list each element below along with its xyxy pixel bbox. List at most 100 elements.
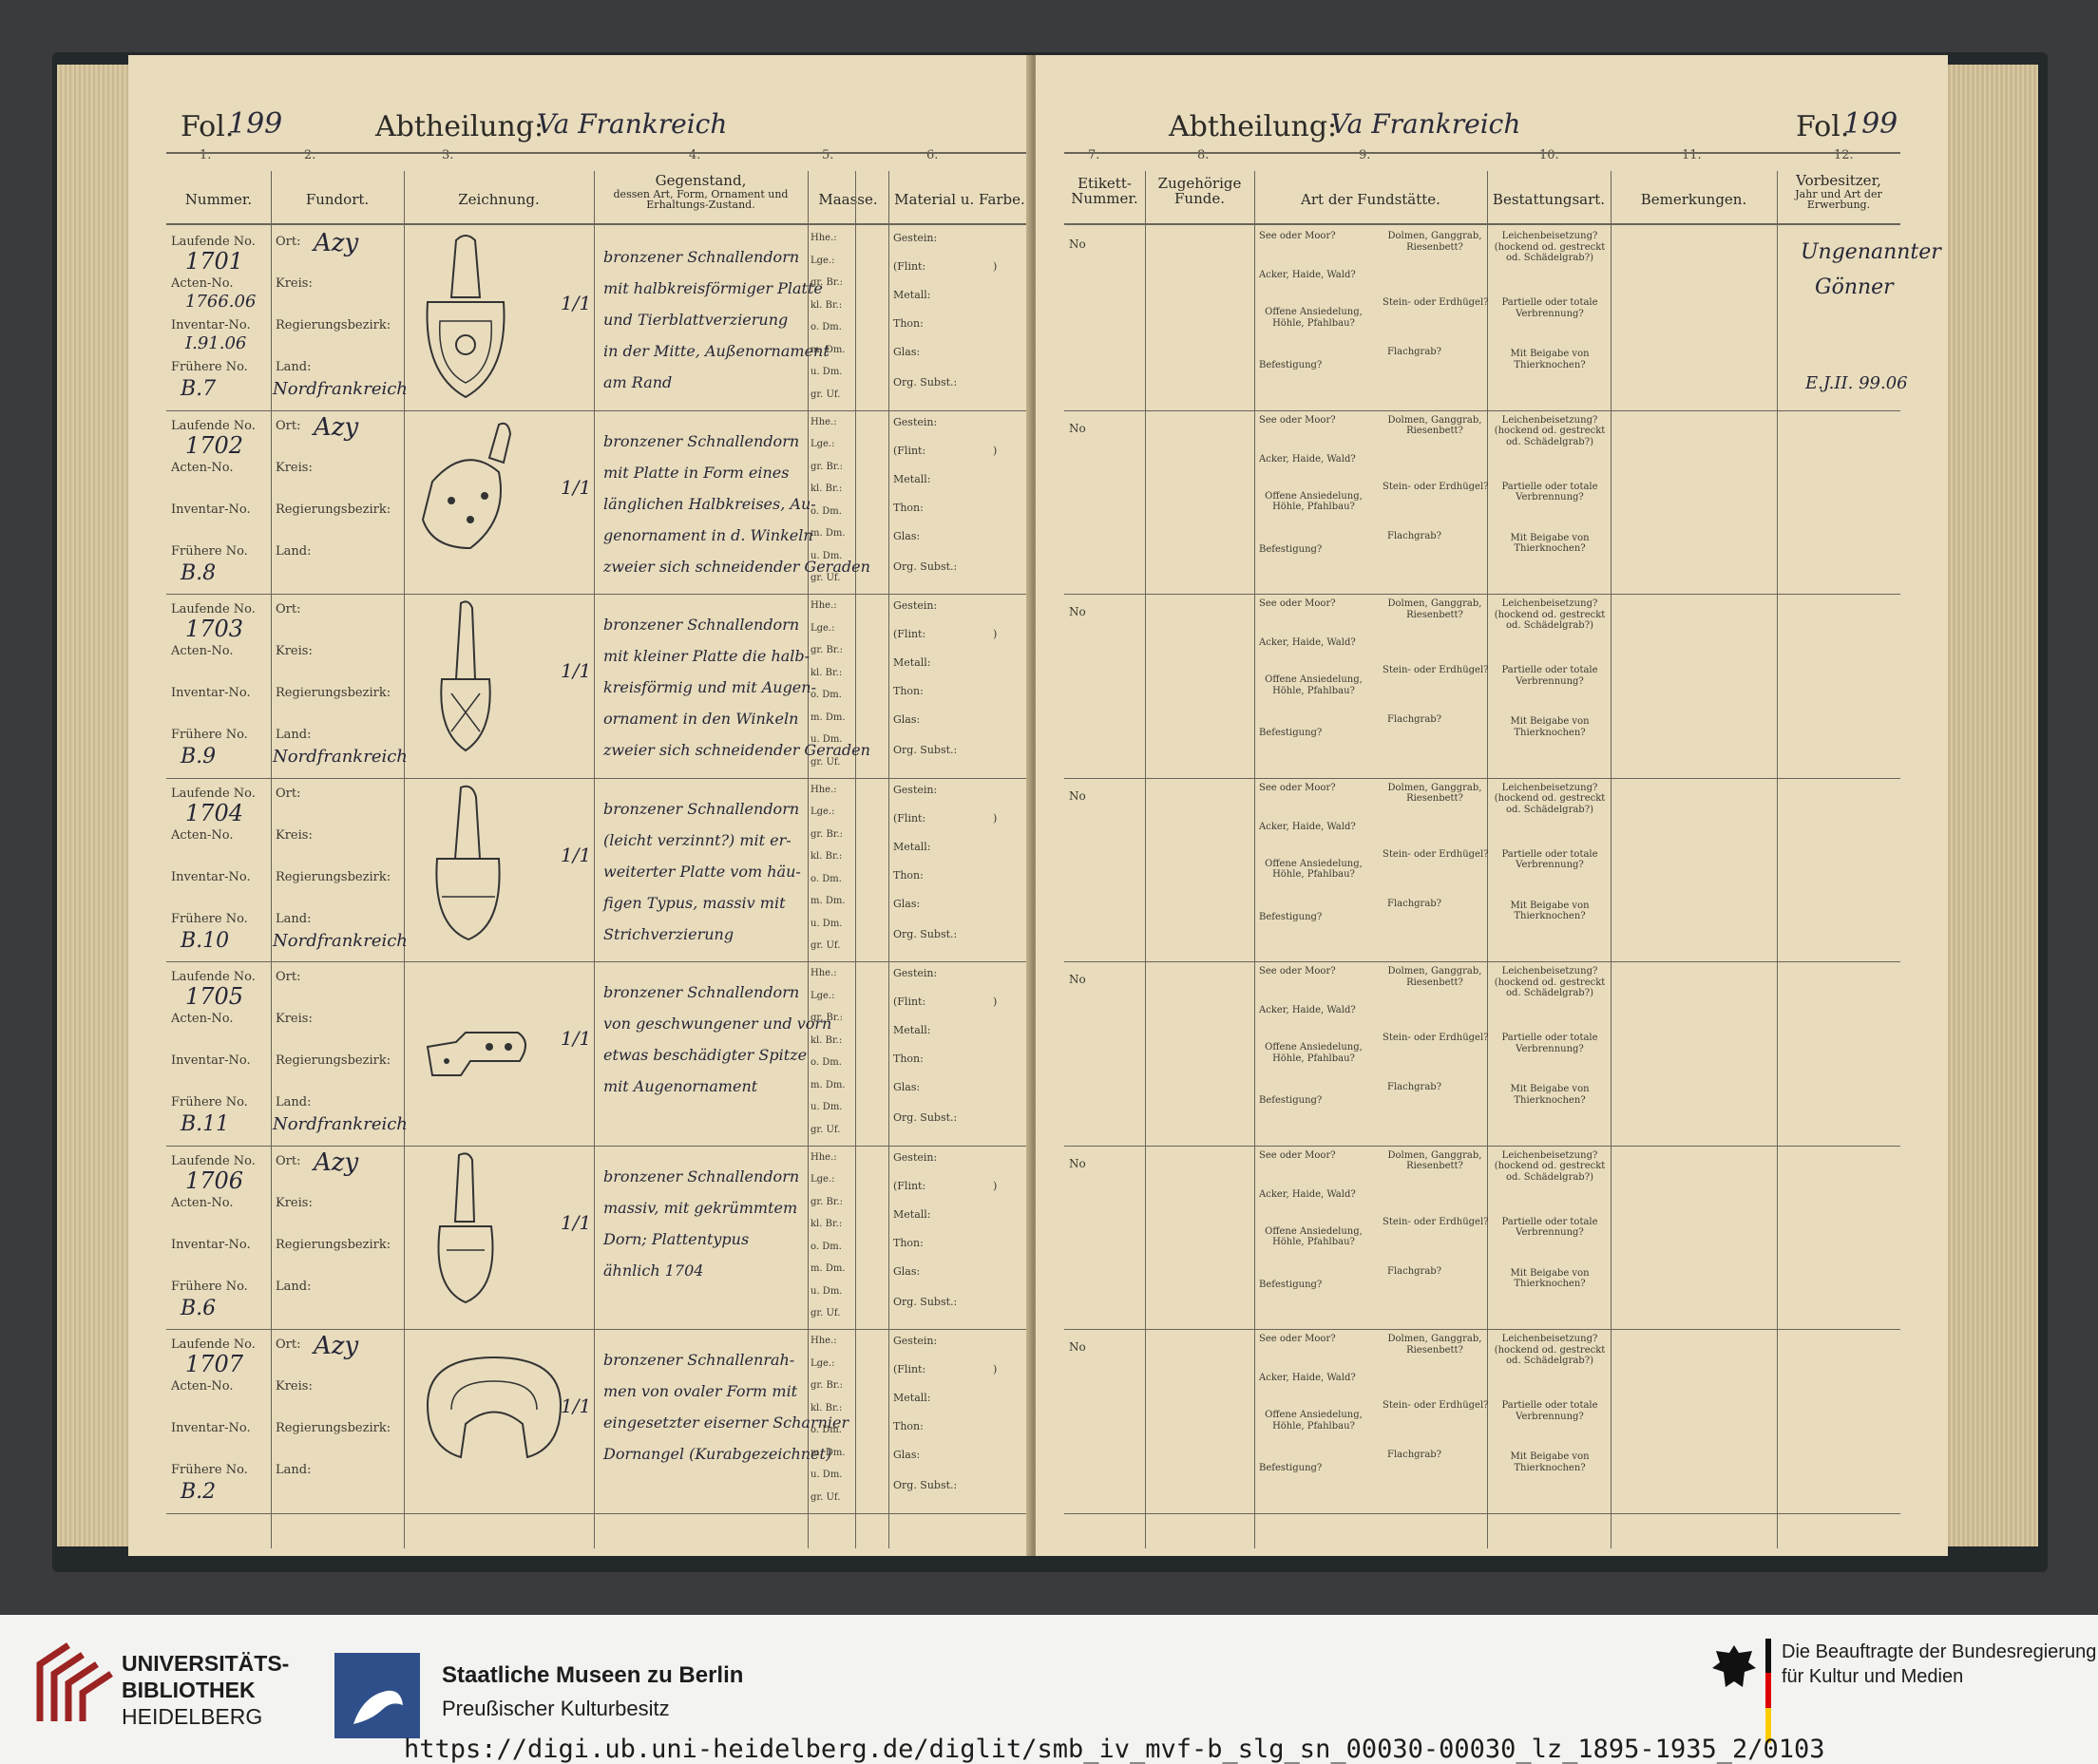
material-label: ) [993,444,998,457]
header-fundort: Fundort. [305,191,370,208]
federal-eagle-icon [1712,1645,1756,1687]
material-label: ) [993,628,998,640]
inventar-number: I.91.06 [185,333,247,353]
label-fruehere: Frühere No. [171,1279,248,1294]
material-label: Gestein: [893,967,938,979]
vorbesitzer-line1: Ungenannter [1801,240,1941,264]
maasse-label: u. Dm. [811,1470,843,1480]
column-number: 7. [1088,148,1100,162]
header-bemerkungen: Bemerkungen. [1640,191,1747,208]
label-laufende: Laufende No. [171,602,256,616]
material-label: (Flint: [893,1179,926,1192]
header-bestattung: Bestattungsart. [1492,191,1606,208]
fundstaette-befestigung: Befestigung? [1259,360,1323,370]
laufende-number: 1704 [185,799,244,826]
fundstaette-dolmen: Dolmen, Ganggrab, Riesenbett? [1387,782,1482,805]
maasse-label: o. Dm. [811,505,842,517]
material-label: Metall: [893,472,931,485]
maasse-label: u. Dm. [811,550,843,561]
scale-fraction: 1/1 [561,843,592,866]
laufende-number: 1705 [185,983,244,1010]
material-label: (Flint: [893,628,926,640]
bestattung-beigabe: Mit Beigabe von Thierknochen? [1510,716,1590,738]
maasse-label: gr. Br.: [811,277,844,288]
object-drawing [435,785,501,940]
fundstaette-hugel: Stein- oder Erdhügel? [1383,848,1489,860]
material-label: Org. Subst.: [893,560,958,573]
scale-fraction: 1/1 [561,1394,592,1417]
label-kreis: Kreis: [276,827,313,843]
label-fruehere: Frühere No. [171,911,248,926]
material-label: Metall: [893,1207,931,1221]
bestattung-beigabe: Mit Beigabe von Thierknochen? [1510,532,1590,555]
maasse-label: u. Dm. [811,1102,843,1112]
object-drawing [421,422,512,549]
etikett-no-label: No [1069,421,1086,435]
maasse-label: gr. Uf. [811,389,841,400]
description-line: länglichen Halbkreises, Au- [603,494,816,513]
smb-line1: Staatliche Museen zu Berlin [442,1662,744,1688]
material-label: Glas: [893,1449,921,1461]
scale-fraction: 1/1 [561,1027,592,1050]
material-label: Thon: [893,1053,924,1065]
label-acten: Acten-No. [171,460,234,475]
description-line: am Rand [603,373,673,391]
fruehere-number: B.10 [181,928,230,953]
bestattung-beigabe: Mit Beigabe von Thierknochen? [1510,349,1590,370]
material-label: Metall: [893,289,931,301]
header-gegenstand-title: Gegenstand, [655,172,747,189]
fruehere-number: B.7 [181,377,217,401]
material-label: Gestein: [893,1335,938,1347]
description-line: ornament in den Winkeln [603,710,799,728]
fundstaette-hugel: Stein- oder Erdhügel? [1383,1216,1489,1227]
material-label: Thon: [893,1236,924,1249]
bestattung-beigabe: Mit Beigabe von Thierknochen? [1510,900,1590,922]
fundstaette-dolmen: Dolmen, Ganggrab, Riesenbett? [1387,598,1482,620]
fundstaette-befestigung: Befestigung? [1259,1095,1323,1106]
column-number: 2. [304,148,316,162]
object-drawing [437,1151,494,1303]
maasse-label: gr. Br.: [811,1196,844,1207]
description-line: bronzener Schnallendorn [603,248,800,266]
scale-fraction: 1/1 [561,659,592,682]
fundstaette-offene: Offene Ansiedelung, Höhle, Pfahlbau? [1265,490,1363,513]
ub-heidelberg-logo-icon [36,1642,113,1721]
fundstaette-flachgrab: Flachgrab? [1387,530,1442,541]
header-maasse: Maasse. [818,191,878,208]
description-line: und Tierblattverzierung [603,311,789,329]
fundstaette-hugel: Stein- oder Erdhügel? [1383,665,1489,675]
etikett-no-label: No [1069,605,1086,618]
material-label: Gestein: [893,1150,938,1164]
label-fruehere: Frühere No. [171,543,248,559]
header-nummer: Nummer. [184,191,253,208]
description-line: men von ovaler Form mit [603,1382,798,1400]
column-number: 4. [689,148,701,162]
description-line: figen Typus, massiv mit [603,893,786,912]
fundstaette-acker: Acker, Haide, Wald? [1259,637,1356,648]
description-line: Strichverzierung [603,924,734,943]
column-number: 12. [1834,148,1854,162]
fundstaette-acker: Acker, Haide, Wald? [1259,453,1356,465]
footer-bar: UNIVERSITÄTS- BIBLIOTHEK HEIDELBERG Staa… [0,1615,2098,1764]
permalink-url[interactable]: https://digi.ub.uni-heidelberg.de/diglit… [404,1735,1825,1764]
page-edges-right [1948,65,2038,1546]
bestattung-beigabe: Mit Beigabe von Thierknochen? [1510,1084,1590,1106]
scale-fraction: 1/1 [561,1210,592,1234]
label-kreis: Kreis: [276,1012,313,1026]
material-label: (Flint: [893,444,926,457]
abtheilung-value-right: Va Frankreich [1330,108,1521,140]
column-number: 8. [1197,148,1210,162]
label-laufende: Laufende No. [171,1337,256,1352]
fundstaette-offene: Offene Ansiedelung, Höhle, Pfahlbau? [1265,858,1363,881]
label-kreis: Kreis: [276,1379,313,1394]
bestattung-leichen: Leichenbeisetzung? (hockend od. gestreck… [1494,1334,1606,1366]
description-line: massiv, mit gekrümmtem [603,1198,798,1217]
description-line: Dorn; Plattentypus [603,1229,750,1248]
fundstaette-flachgrab: Flachgrab? [1387,1265,1442,1277]
label-kreis: Kreis: [276,460,313,475]
smb-logo-icon [334,1653,420,1738]
fundstaette-hugel: Stein- oder Erdhügel? [1383,1400,1489,1411]
etikett-no-label: No [1069,1156,1086,1170]
fundstaette-see: See oder Moor? [1259,1149,1336,1161]
material-label: Thon: [893,1420,924,1432]
